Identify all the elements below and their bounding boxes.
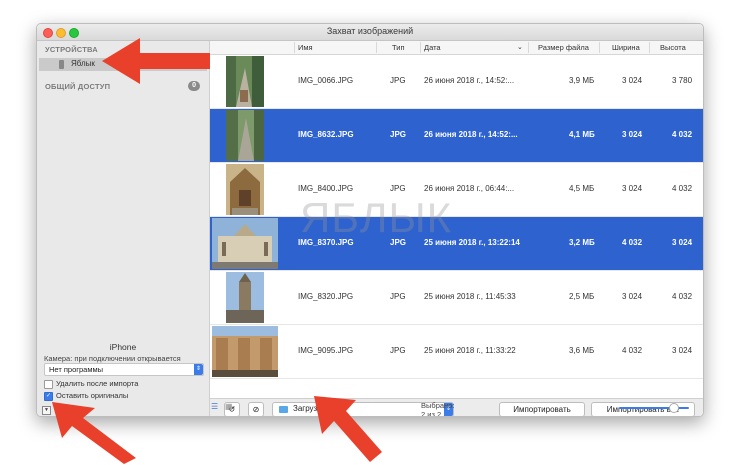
photo-thumbnail: [212, 326, 278, 377]
file-height: 4 032: [672, 184, 693, 193]
table-row[interactable]: IMG_8320.JPG JPG 25 июня 2018 г., 11:45:…: [210, 271, 703, 325]
photo-thumbnail: [226, 272, 264, 323]
file-size: 3,2 МБ: [569, 238, 595, 247]
file-height: 3 780: [672, 76, 693, 85]
table-row[interactable]: IMG_0066.JPG JPG 26 июня 2018 г., 14:52:…: [210, 55, 703, 109]
chevron-updown-icon: ⇕: [194, 364, 203, 375]
file-date: 26 июня 2018 г., 14:52:...: [424, 76, 515, 85]
column-header-bar: Имя Тип Дата ⌄ Размер файла Ширина Высот…: [210, 41, 703, 55]
file-height: 3 024: [672, 346, 693, 355]
file-date: 25 июня 2018 г., 11:33:22: [424, 346, 516, 355]
file-width: 3 024: [622, 76, 643, 85]
file-size: 4,5 МБ: [569, 184, 595, 193]
camera-app-value: Нет программы: [49, 365, 104, 374]
file-width: 3 024: [622, 130, 643, 139]
watermark-logo: ЯБЛЫК: [300, 194, 453, 241]
file-date: 26 июня 2018 г., 14:52:...: [424, 130, 518, 139]
camera-label: Камера: при подключении открывается: [44, 354, 181, 363]
import-all-button[interactable]: Импортировать все: [591, 402, 695, 416]
file-date: 25 июня 2018 г., 11:45:33: [424, 292, 516, 301]
file-name: IMG_9095.JPG: [298, 346, 354, 355]
file-type: JPG: [390, 130, 407, 139]
column-height[interactable]: Высота: [660, 43, 686, 52]
delete-after-import-checkbox[interactable]: [44, 380, 53, 389]
file-name: IMG_8632.JPG: [298, 130, 354, 139]
import-button[interactable]: Импортировать: [499, 402, 585, 416]
file-height: 4 032: [672, 130, 693, 139]
photo-thumbnail: [226, 110, 264, 161]
sort-chevron-icon: ⌄: [517, 44, 523, 51]
table-row[interactable]: IMG_9095.JPG JPG 25 июня 2018 г., 11:33:…: [210, 325, 703, 379]
folder-icon: [279, 406, 288, 413]
keep-originals-label: Оставить оригиналы: [56, 391, 129, 400]
annotation-arrow-device: [102, 38, 210, 84]
file-height: 3 024: [672, 238, 693, 247]
file-size: 4,1 МБ: [569, 130, 595, 139]
file-width: 4 032: [622, 346, 643, 355]
file-width: 3 024: [622, 292, 643, 301]
file-type: JPG: [390, 76, 406, 85]
column-width[interactable]: Ширина: [612, 43, 640, 52]
file-name: IMG_8400.JPG: [298, 184, 354, 193]
delete-icon: ⊘: [252, 405, 260, 414]
annotation-arrow-keep-originals: [52, 402, 136, 464]
phone-icon: [59, 60, 64, 69]
grid-view-icon[interactable]: ▦: [225, 402, 233, 411]
delete-after-import-label: Удалить после импорта: [56, 379, 139, 388]
list-view-icon[interactable]: ☰: [211, 402, 218, 411]
column-size[interactable]: Размер файла: [538, 43, 589, 52]
file-type: JPG: [390, 184, 406, 193]
camera-app-select[interactable]: Нет программы ⇕: [44, 363, 204, 376]
file-browser: Имя Тип Дата ⌄ Размер файла Ширина Высот…: [210, 41, 703, 416]
file-size: 3,9 МБ: [569, 76, 595, 85]
device-title: iPhone: [109, 342, 137, 352]
sidebar: УСТРОЙСТВА Яблык ОБЩИЙ ДОСТУП 0 iPhone К…: [37, 41, 210, 416]
table-row[interactable]: IMG_8632.JPG JPG 26 июня 2018 г., 14:52:…: [210, 109, 703, 163]
table-row[interactable]: IMG_8400.JPG JPG 26 июня 2018 г., 06:44:…: [210, 163, 703, 217]
file-width: 4 032: [622, 238, 643, 247]
file-size: 3,6 МБ: [569, 346, 595, 355]
annotation-arrow-destination: [314, 396, 382, 462]
file-width: 3 024: [622, 184, 643, 193]
file-type: JPG: [390, 346, 406, 355]
file-height: 4 032: [672, 292, 693, 301]
photo-thumbnail: [212, 218, 278, 269]
file-type: JPG: [390, 292, 406, 301]
file-date: 26 июня 2018 г., 06:44:...: [424, 184, 515, 193]
file-name: IMG_8320.JPG: [298, 292, 354, 301]
photo-thumbnail: [226, 56, 264, 107]
devices-header: УСТРОЙСТВА: [45, 45, 98, 54]
column-type[interactable]: Тип: [392, 43, 405, 52]
file-name: IMG_0066.JPG: [298, 76, 354, 85]
window-title: Захват изображений: [326, 26, 414, 36]
photo-thumbnail: [226, 164, 264, 215]
device-name: Яблык: [71, 59, 95, 68]
selection-status: Выбрано: 2 из 2 856: [421, 401, 455, 417]
column-name[interactable]: Имя: [298, 43, 313, 52]
column-date[interactable]: Дата: [424, 43, 441, 52]
table-row[interactable]: IMG_8370.JPG JPG 25 июня 2018 г., 13:22:…: [210, 217, 703, 271]
file-size: 2,5 МБ: [569, 292, 595, 301]
delete-button[interactable]: ⊘: [248, 402, 264, 416]
thumbnail-size-slider-knob[interactable]: [669, 403, 679, 413]
